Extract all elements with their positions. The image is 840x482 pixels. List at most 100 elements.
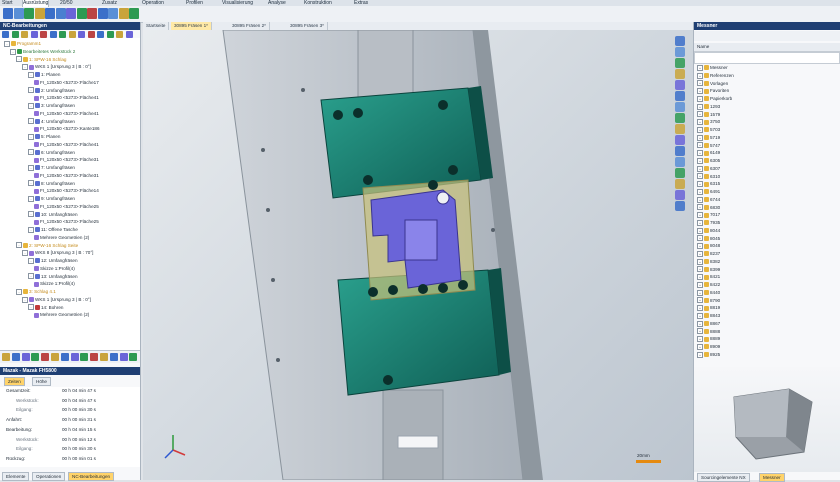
expander-icon[interactable]: + bbox=[697, 235, 703, 242]
expander-icon[interactable]: + bbox=[697, 196, 703, 203]
expander-icon[interactable]: - bbox=[28, 118, 34, 125]
tree-row[interactable]: - 2: SPW-16 Schlag Seite bbox=[16, 242, 78, 249]
operation-tool-2[interactable] bbox=[21, 353, 30, 361]
library-item[interactable]: +8440 bbox=[697, 289, 720, 296]
column-header[interactable]: Name bbox=[694, 43, 840, 52]
library-item[interactable]: +8399 bbox=[697, 266, 720, 273]
expander-icon[interactable]: + bbox=[697, 157, 703, 164]
tree-row[interactable]: - 4: Umfangfräsen bbox=[28, 118, 75, 125]
tree-tool-11[interactable] bbox=[106, 31, 114, 38]
expander-icon[interactable]: - bbox=[4, 40, 10, 47]
library-item[interactable]: +8382 bbox=[697, 258, 720, 265]
view-tool-10[interactable] bbox=[675, 146, 685, 156]
library-item[interactable]: + Papierkorb bbox=[697, 95, 732, 102]
view-tool-0[interactable] bbox=[675, 36, 685, 46]
expander-icon[interactable]: + bbox=[697, 188, 703, 195]
operation-tool-12[interactable] bbox=[119, 353, 128, 361]
expander-icon[interactable]: + bbox=[697, 173, 703, 180]
view-tool-7[interactable] bbox=[675, 113, 685, 123]
expander-icon[interactable]: + bbox=[697, 80, 703, 87]
library-item[interactable]: +6491 bbox=[697, 188, 720, 195]
tree-row[interactable]: Mehrere Geometrien (2) bbox=[34, 234, 89, 241]
tree-row[interactable]: FI_120x50 <5273>:Fläche31 bbox=[34, 156, 99, 163]
tree-row[interactable]: - 5: Planen bbox=[28, 133, 60, 140]
menu-item-7[interactable]: Analyse bbox=[268, 0, 286, 6]
library-item[interactable]: + Messner bbox=[697, 64, 728, 71]
menu-item-2[interactable]: 20/50 bbox=[60, 0, 73, 6]
info-tab-0[interactable]: Zeiten bbox=[4, 377, 25, 386]
expander-icon[interactable]: - bbox=[28, 164, 34, 171]
expander-icon[interactable]: - bbox=[28, 149, 34, 156]
expander-icon[interactable]: + bbox=[697, 64, 703, 71]
tree-row[interactable]: FI_120x50 <5273>:Fläche31 bbox=[34, 172, 99, 179]
expander-icon[interactable]: + bbox=[697, 88, 703, 95]
tree-row[interactable]: - WKS 1 [Ursprung 3 | B : 0°] bbox=[22, 296, 91, 303]
tree-tool-0[interactable] bbox=[2, 31, 9, 38]
tree-tool-7[interactable] bbox=[68, 31, 76, 38]
menu-item-6[interactable]: Visualisierung bbox=[222, 0, 253, 6]
expander-icon[interactable]: + bbox=[697, 227, 703, 234]
library-item[interactable]: +5719 bbox=[697, 134, 720, 141]
expander-icon[interactable]: + bbox=[697, 266, 703, 273]
operation-tool-4[interactable] bbox=[41, 353, 50, 361]
tree-row[interactable]: - 11: Offene Tasche bbox=[28, 226, 78, 233]
tree-row[interactable]: - 3: Umfangfräsen bbox=[28, 102, 75, 109]
operation-tool-10[interactable] bbox=[100, 353, 108, 361]
expander-icon[interactable]: + bbox=[697, 150, 703, 157]
tree-row[interactable]: - 13: Umfangfräsen bbox=[28, 273, 78, 280]
menu-item-4[interactable]: Operation bbox=[142, 0, 164, 6]
operation-tool-6[interactable] bbox=[60, 353, 69, 361]
library-item[interactable]: +1293 bbox=[697, 103, 720, 110]
tree-row[interactable]: - 1: SPW-16 Schlag bbox=[16, 56, 66, 63]
operation-tool-11[interactable] bbox=[109, 353, 118, 361]
library-item[interactable]: +8925 bbox=[697, 351, 720, 358]
view-tool-9[interactable] bbox=[675, 135, 685, 145]
menu-item-9[interactable]: Extras bbox=[354, 0, 368, 6]
tree-row[interactable]: Skizze 1:Profil(4) bbox=[34, 265, 75, 272]
tree-tool-8[interactable] bbox=[78, 31, 85, 38]
expander-icon[interactable]: + bbox=[697, 320, 703, 327]
library-item[interactable]: + Favoriten bbox=[697, 87, 729, 95]
tree-tool-5[interactable] bbox=[49, 31, 57, 38]
tree-tool-12[interactable] bbox=[116, 31, 123, 38]
library-item[interactable]: +6744 bbox=[697, 196, 720, 203]
view-tool-3[interactable] bbox=[675, 69, 685, 79]
menu-item-8[interactable]: Konstruktion bbox=[304, 0, 332, 6]
expander-icon[interactable]: + bbox=[697, 281, 703, 288]
expander-icon[interactable]: + bbox=[697, 297, 703, 304]
expander-icon[interactable]: + bbox=[697, 289, 703, 296]
view-tool-2[interactable] bbox=[675, 58, 685, 68]
tree-row[interactable]: FI_120x50 <5273>:Fläche25 bbox=[34, 218, 99, 225]
expander-icon[interactable]: - bbox=[28, 180, 34, 187]
expander-icon[interactable]: - bbox=[28, 226, 34, 233]
library-item[interactable]: +8045 bbox=[697, 235, 720, 242]
menu-item-0[interactable]: Start bbox=[2, 0, 13, 6]
expander-icon[interactable]: - bbox=[28, 87, 34, 94]
tree-tool-10[interactable] bbox=[97, 31, 104, 38]
expander-icon[interactable]: + bbox=[697, 274, 703, 281]
library-item[interactable]: +6830 bbox=[697, 204, 720, 211]
expander-icon[interactable]: + bbox=[697, 351, 703, 358]
library-item[interactable]: +8909 bbox=[697, 343, 720, 350]
expander-icon[interactable]: - bbox=[22, 64, 28, 71]
tree-row[interactable]: Skizze 1:Profil(4) bbox=[34, 280, 75, 287]
library-item[interactable]: + Referenzen bbox=[697, 72, 734, 79]
tree-row[interactable]: Mehrere Geometrien (2) bbox=[34, 311, 89, 318]
operation-tool-9[interactable] bbox=[90, 353, 99, 361]
right-bottom-tab-1[interactable]: Messner bbox=[759, 473, 785, 482]
expander-icon[interactable]: + bbox=[697, 212, 703, 219]
operation-tool-5[interactable] bbox=[51, 353, 59, 361]
view-tool-5[interactable] bbox=[675, 91, 685, 101]
expander-icon[interactable]: + bbox=[697, 219, 703, 226]
view-tool-1[interactable] bbox=[675, 47, 685, 57]
library-item[interactable]: +8843 bbox=[697, 312, 720, 319]
library-item[interactable]: +5747 bbox=[697, 142, 720, 149]
library-item[interactable]: +7935 bbox=[697, 219, 720, 226]
tree-row[interactable]: - Programm1 bbox=[4, 40, 41, 47]
expander-icon[interactable]: + bbox=[697, 119, 703, 126]
expander-icon[interactable]: + bbox=[697, 95, 703, 102]
tree-row[interactable]: FI_120x50 <5273>:Fläche41 bbox=[34, 94, 99, 101]
info-tab-1[interactable]: Höhe bbox=[32, 377, 51, 386]
menu-item-1[interactable]: Ausrüstung bbox=[22, 0, 50, 7]
expander-icon[interactable]: + bbox=[697, 111, 703, 118]
